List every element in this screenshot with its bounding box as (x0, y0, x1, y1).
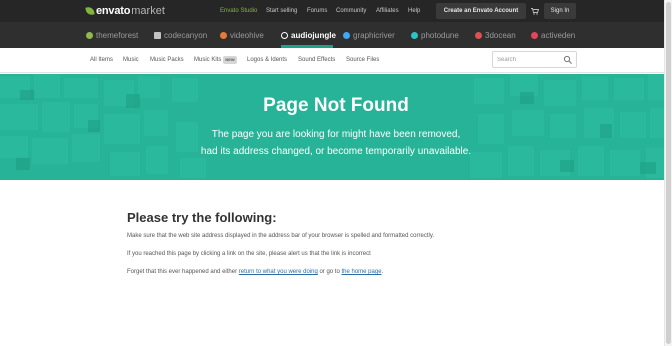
hero-message-line-1: The page you are looking for might have … (211, 129, 461, 140)
market-graphicriver[interactable]: graphicriver (343, 22, 395, 48)
return-link[interactable]: return to what you were doing (239, 269, 318, 275)
category-music-packs[interactable]: Music Packs (150, 48, 184, 72)
suggestions-heading: Please try the following: (127, 210, 277, 225)
marketplace-bar: themeforest codecanyon videohive audioju… (0, 22, 672, 48)
error-hero-banner (0, 74, 672, 180)
sign-in-button[interactable]: Sign In (544, 3, 576, 19)
market-label: graphicriver (353, 30, 395, 40)
page-title: Page Not Found (263, 95, 409, 116)
market-label: 3docean (485, 30, 516, 40)
market-label: videohive (230, 30, 264, 40)
logo-market-text: market (131, 5, 165, 17)
suggestion-3-text: Forget that this ever happened and eithe… (127, 269, 238, 275)
activeden-icon (531, 31, 538, 39)
hero-message-line-2: had its address changed, or become tempo… (200, 146, 472, 157)
market-label: activeden (541, 30, 576, 40)
envato-leaf-icon (85, 6, 95, 16)
market-photodune[interactable]: photodune (411, 22, 459, 48)
suggestion-2: If you reached this page by clicking a l… (127, 251, 371, 257)
topnav-item-affiliates[interactable]: Affiliates (376, 0, 399, 22)
suggestion-3-text: . (381, 269, 384, 275)
category-music-kits[interactable]: Music Kits (194, 48, 221, 72)
topnav-link[interactable]: Envato Studio (220, 0, 257, 22)
market-label: codecanyon (164, 30, 208, 40)
category-source-files[interactable]: Source Files (346, 48, 379, 72)
themeforest-icon (86, 31, 93, 39)
envato-market-logo[interactable]: envato market (85, 4, 165, 18)
videohive-icon (220, 31, 227, 39)
graphicriver-icon (343, 31, 350, 39)
topnav-item-start-selling[interactable]: Start selling (266, 0, 297, 22)
topnav-link[interactable]: Start selling (266, 0, 297, 22)
suggestion-3-text: or go to (319, 269, 340, 275)
topnav-item-forums[interactable]: Forums (307, 0, 327, 22)
category-sound-effects[interactable]: Sound Effects (298, 48, 335, 72)
market-label: themeforest (96, 30, 139, 40)
3docean-icon (475, 31, 482, 39)
market-label: audiojungle (291, 30, 336, 40)
search-icon[interactable] (563, 55, 573, 65)
codecanyon-icon (154, 31, 161, 39)
photodune-icon (411, 31, 418, 39)
market-activeden[interactable]: activeden (531, 22, 575, 48)
search-box (492, 51, 577, 68)
topnav-link[interactable]: Community (336, 0, 366, 22)
page-scrollbar[interactable] (664, 0, 672, 346)
cart-icon (531, 7, 539, 15)
new-badge: NEW (223, 56, 237, 64)
hero-background-pattern (0, 74, 672, 178)
topnav-link[interactable]: Forums (307, 0, 327, 22)
create-account-button[interactable]: Create an Envato Account (436, 3, 526, 19)
audiojungle-icon (281, 31, 288, 39)
topnav-item-studio[interactable]: Envato Studio (220, 0, 257, 22)
cart-button[interactable] (528, 3, 542, 19)
logo-envato-text: envato (96, 5, 131, 17)
market-themeforest[interactable]: themeforest (86, 22, 138, 48)
search-input[interactable] (493, 52, 559, 67)
category-music[interactable]: Music (123, 48, 139, 72)
category-all-items[interactable]: All Items (90, 48, 113, 72)
suggestion-3: Forget that this ever happened and eithe… (127, 268, 383, 277)
market-codecanyon[interactable]: codecanyon (154, 22, 207, 48)
home-page-link[interactable]: the home page (342, 269, 382, 275)
topnav-item-community[interactable]: Community (336, 0, 366, 22)
top-bar: envato market Envato Studio Start sellin… (0, 0, 672, 22)
topnav-link[interactable]: Affiliates (376, 0, 399, 22)
suggestion-1: Make sure that the web site address disp… (127, 233, 435, 239)
category-logos-idents[interactable]: Logos & Idents (247, 48, 287, 72)
topnav-link[interactable]: Help (408, 0, 420, 22)
topnav-item-help[interactable]: Help (408, 0, 420, 22)
market-label: photodune (421, 30, 459, 40)
scrollbar-thumb[interactable] (666, 2, 671, 344)
market-videohive[interactable]: videohive (220, 22, 264, 48)
market-3docean[interactable]: 3docean (475, 22, 516, 48)
